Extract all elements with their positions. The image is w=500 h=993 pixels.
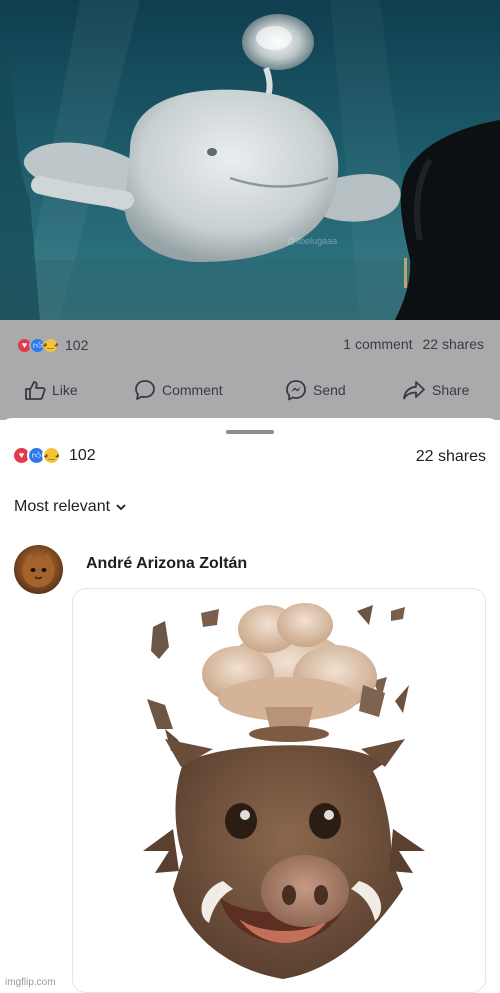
comment-count[interactable]: 1 comment [343,336,412,352]
share-count[interactable]: 22 shares [423,336,484,352]
drag-handle[interactable] [226,430,274,434]
comment-label: Comment [162,382,223,398]
wow-reaction-icon: ◕‿◕ [42,336,59,354]
imgflip-watermark: imgflip.com [5,977,56,988]
chevron-down-icon [116,503,126,510]
mind-blown-boar-sticker [143,603,425,979]
reactions-sheet: ♥ 👍︎ ◕‿◕ 102 22 shares Most relevant And… [0,418,500,993]
comment-button[interactable]: Comment [134,375,223,405]
share-icon [403,381,425,400]
reaction-summary[interactable]: ♥ 👍︎ ◕‿◕ 102 [16,334,88,356]
action-bar: Like Comment Send Share [0,375,500,407]
like-button[interactable]: Like [24,375,78,405]
comment-sticker[interactable] [72,588,486,993]
send-button[interactable]: Send [285,375,346,405]
sheet-reaction-count: 102 [69,446,96,464]
post-stats: 1 comment 22 shares [343,336,484,352]
sheet-reaction-summary[interactable]: ♥ 👍︎ ◕‿◕ 102 [12,446,96,465]
share-button[interactable]: Share [402,375,469,405]
share-label: Share [432,382,470,398]
avatar[interactable] [14,545,63,594]
sheet-share-count[interactable]: 22 shares [416,448,486,466]
sort-label: Most relevant [14,498,111,515]
send-label: Send [313,382,346,398]
reaction-count: 102 [65,337,89,353]
like-icon [25,381,46,400]
post-photo[interactable]: @ilbelugaaa [0,0,500,320]
like-label: Like [52,382,78,398]
comment-sort-dropdown[interactable]: Most relevant [14,498,126,516]
beluga-image [0,0,500,320]
avatar-image [22,553,55,588]
photo-watermark: @ilbelugaaa [287,236,338,246]
post-footer: ♥ 👍︎ ◕‿◕ 102 1 comment 22 shares Like Co… [0,320,500,420]
wow-reaction-icon: ◕‿◕ [42,446,61,465]
comment-author[interactable]: André Arizona Zoltán [86,555,247,573]
comment-icon [135,380,155,400]
messenger-icon [286,380,306,401]
